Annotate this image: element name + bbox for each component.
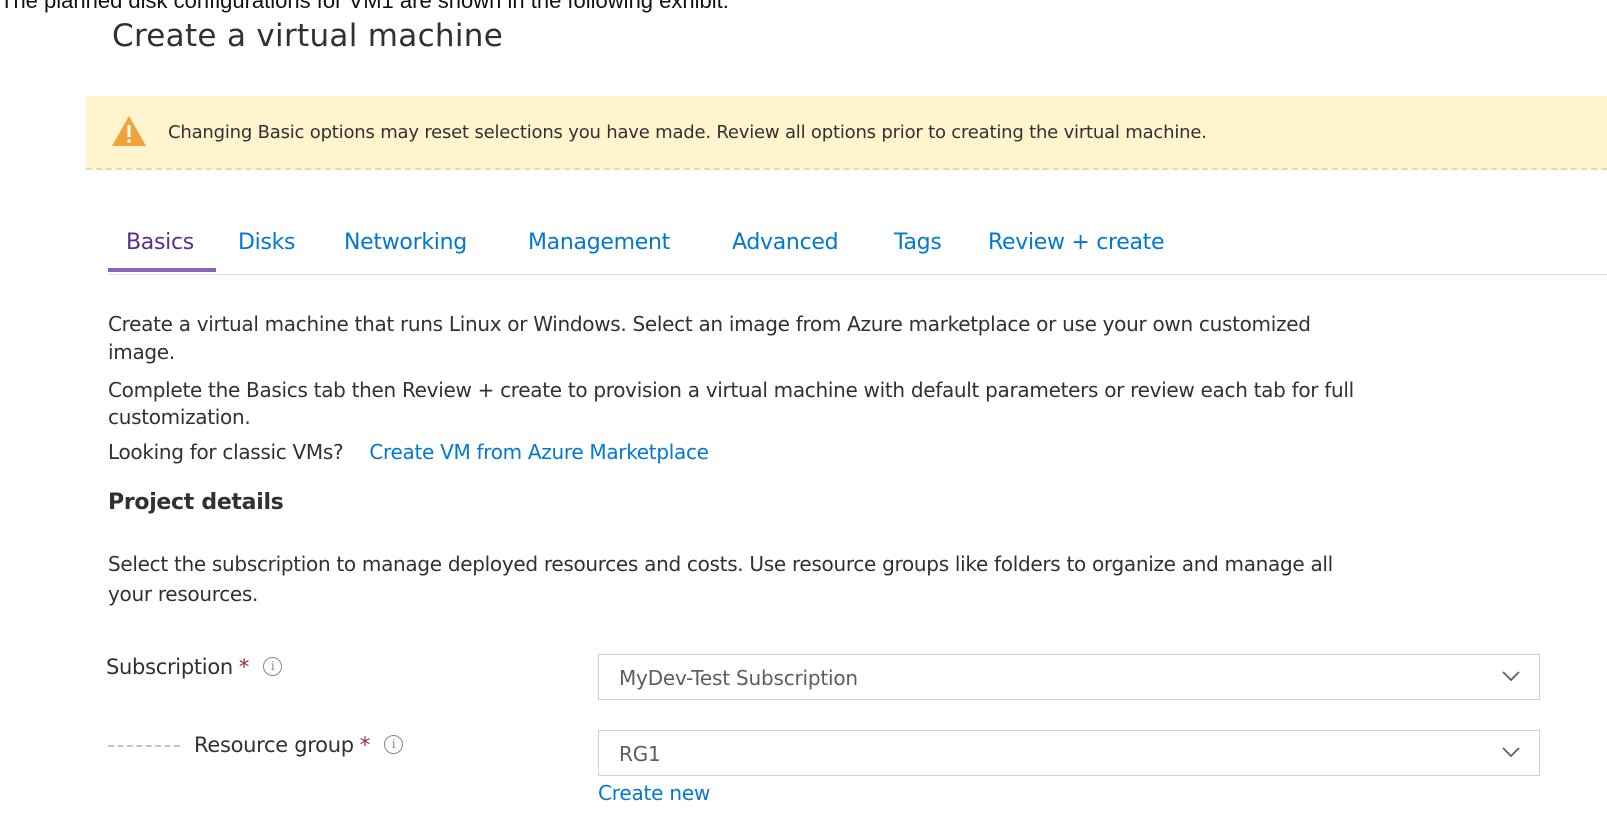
resource-group-label: Resource group * i bbox=[194, 733, 403, 757]
create-new-resource-group-link[interactable]: Create new bbox=[598, 781, 710, 805]
classic-vms-prompt: Looking for classic VMs? bbox=[108, 440, 344, 464]
resource-group-value: RG1 bbox=[619, 742, 661, 766]
page: The planned disk configurations for VM1 … bbox=[0, 0, 1607, 823]
tab-advanced[interactable]: Advanced bbox=[732, 230, 839, 255]
required-marker: * bbox=[359, 733, 371, 757]
tab-networking[interactable]: Networking bbox=[344, 230, 467, 255]
subscription-label: Subscription * i bbox=[106, 655, 283, 679]
tree-connector bbox=[108, 745, 180, 747]
resource-group-select[interactable]: RG1 bbox=[598, 730, 1540, 776]
resource-group-label-text: Resource group bbox=[194, 733, 354, 757]
tab-management[interactable]: Management bbox=[528, 230, 670, 255]
warning-text: Changing Basic options may reset selecti… bbox=[168, 122, 1207, 143]
classic-vms-row: Looking for classic VMs? Create VM from … bbox=[108, 440, 709, 464]
intro-line: The planned disk configurations for VM1 … bbox=[0, 0, 729, 13]
tab-review-create[interactable]: Review + create bbox=[988, 230, 1165, 255]
description-line-3: Complete the Basics tab then Review + cr… bbox=[108, 378, 1354, 402]
description-line-2: image. bbox=[108, 340, 175, 364]
project-details-line-2: your resources. bbox=[108, 582, 259, 606]
warning-banner: Changing Basic options may reset selecti… bbox=[86, 96, 1607, 170]
project-details-title: Project details bbox=[108, 490, 284, 515]
create-vm-marketplace-link[interactable]: Create VM from Azure Marketplace bbox=[369, 440, 709, 464]
subscription-select[interactable]: MyDev-Test Subscription bbox=[598, 654, 1540, 700]
info-icon[interactable]: i bbox=[263, 656, 283, 676]
warning-triangle-icon bbox=[112, 116, 146, 146]
project-details-line-1: Select the subscription to manage deploy… bbox=[108, 552, 1333, 576]
tab-disks[interactable]: Disks bbox=[238, 230, 296, 255]
active-tab-underline bbox=[108, 268, 216, 272]
subscription-value: MyDev-Test Subscription bbox=[619, 666, 858, 690]
chevron-down-icon bbox=[1502, 747, 1520, 758]
description-line-4: customization. bbox=[108, 405, 251, 429]
tab-bar: Basics Disks Networking Management Advan… bbox=[108, 224, 1607, 275]
subscription-label-text: Subscription bbox=[106, 655, 233, 679]
required-marker: * bbox=[238, 655, 250, 679]
page-title: Create a virtual machine bbox=[112, 18, 504, 54]
description-line-1: Create a virtual machine that runs Linux… bbox=[108, 312, 1311, 336]
info-icon[interactable]: i bbox=[383, 734, 403, 754]
tab-tags[interactable]: Tags bbox=[894, 230, 942, 255]
tab-basics[interactable]: Basics bbox=[126, 230, 194, 255]
chevron-down-icon bbox=[1502, 671, 1520, 682]
